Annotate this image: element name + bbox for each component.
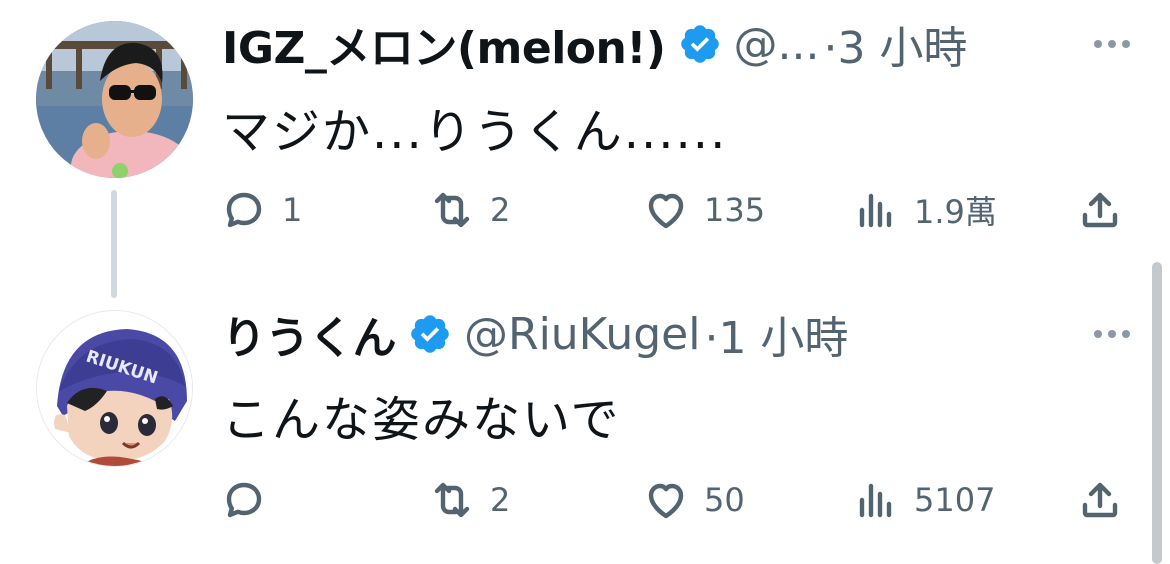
share-icon [1082, 482, 1118, 518]
views-icon [859, 483, 892, 518]
verified-badge-icon [408, 312, 452, 356]
like-button[interactable]: 50 [642, 470, 745, 530]
more-icon[interactable] [1094, 40, 1130, 48]
reply-button[interactable] [220, 470, 282, 530]
retweet-count: 2 [490, 481, 511, 519]
views-button[interactable]: 1.9萬 [852, 180, 997, 240]
retweet-count: 2 [490, 191, 511, 229]
timestamp[interactable]: ·3 小時 [823, 12, 967, 76]
verified-badge-icon [678, 22, 722, 66]
share-button[interactable] [1076, 470, 1124, 530]
handle[interactable]: @RiuKugel [464, 309, 700, 360]
scrollbar[interactable] [1152, 262, 1162, 564]
views-icon [859, 193, 892, 228]
views-button[interactable]: 5107 [852, 470, 995, 530]
retweet-icon [434, 482, 470, 518]
retweet-button[interactable]: 2 [428, 470, 510, 530]
display-name[interactable]: IGZ_メロン(melon!) [222, 12, 666, 76]
reply-button[interactable]: 1 [220, 180, 302, 240]
reply-count: 1 [282, 191, 303, 229]
tweet-header: IGZ_メロン(melon!) @... ·3 小時 [222, 16, 967, 75]
avatar-riukun[interactable]: RIUKUN [36, 310, 193, 467]
like-count: 50 [704, 481, 745, 519]
more-icon[interactable] [1094, 330, 1130, 338]
retweet-icon [434, 192, 470, 228]
share-button[interactable] [1076, 180, 1124, 240]
timestamp[interactable]: ·1 小時 [704, 302, 848, 366]
reply-icon [226, 192, 262, 228]
like-icon [648, 483, 684, 519]
display-name[interactable]: りうくん [222, 302, 397, 366]
handle[interactable]: @... [734, 19, 820, 70]
like-button[interactable]: 135 [642, 180, 765, 240]
reply-icon [226, 482, 262, 518]
tweet-text: こんな姿みないで [222, 392, 621, 448]
action-bar: 1 2 135 1.9萬 [0, 180, 1170, 240]
tweet-text: マジか...りうくん...... [222, 104, 728, 160]
like-count: 135 [704, 191, 766, 229]
action-bar: 2 50 5107 [0, 470, 1170, 530]
view-count: 5107 [914, 481, 996, 519]
avatar-igz-melon[interactable] [36, 21, 193, 178]
retweet-button[interactable]: 2 [428, 180, 510, 240]
view-count: 1.9萬 [914, 193, 997, 231]
like-icon [648, 193, 684, 229]
share-icon [1082, 192, 1118, 228]
tweet-header: りうくん @RiuKugel ·1 小時 [222, 306, 848, 365]
